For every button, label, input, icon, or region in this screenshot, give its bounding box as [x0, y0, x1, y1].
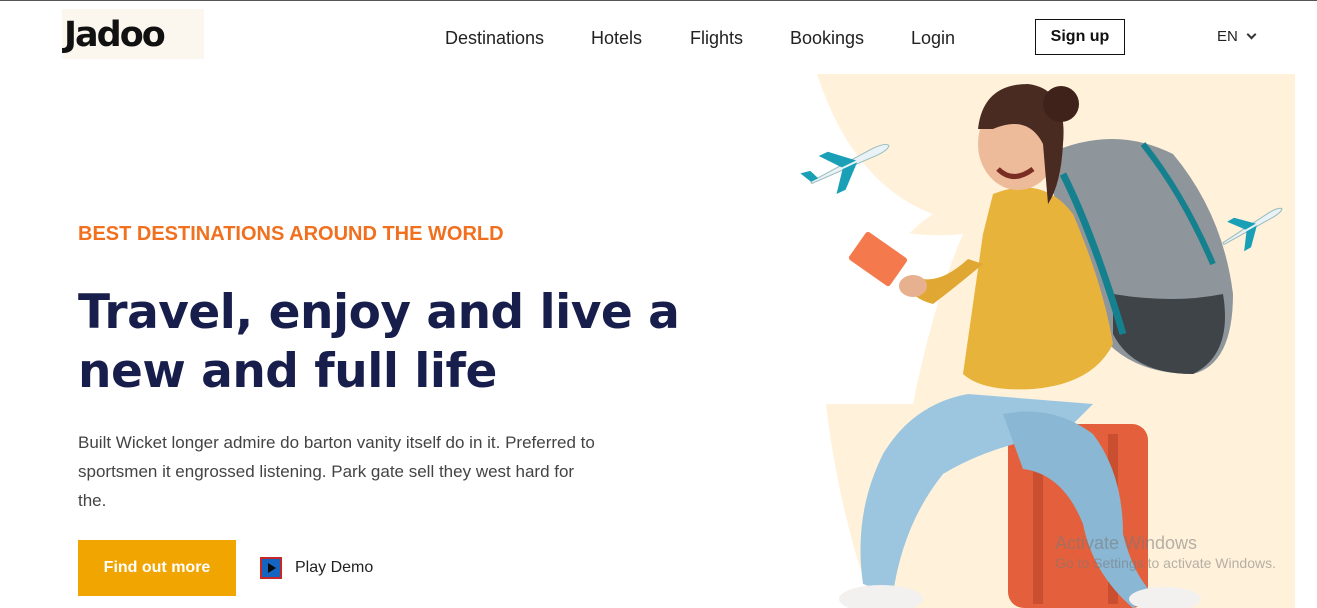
- hero-eyebrow: BEST DESTINATIONS AROUND THE WORLD: [78, 223, 504, 245]
- traveler-illustration: [793, 74, 1295, 608]
- nav-bookings[interactable]: Bookings: [790, 27, 864, 49]
- play-icon: [268, 563, 276, 573]
- nav-hotels[interactable]: Hotels: [591, 27, 642, 49]
- nav-destinations[interactable]: Destinations: [445, 27, 544, 49]
- logo-text: Jadoo: [64, 15, 166, 55]
- play-demo-label[interactable]: Play Demo: [295, 559, 373, 577]
- hero-headline: Travel, enjoy and live a new and full li…: [78, 285, 680, 399]
- language-select[interactable]: EN: [1217, 28, 1257, 45]
- signup-button[interactable]: Sign up: [1035, 19, 1125, 55]
- watermark-line2: Go to Settings to activate Windows.: [1055, 555, 1276, 571]
- signup-label: Sign up: [1050, 28, 1110, 45]
- language-value: EN: [1217, 28, 1238, 45]
- hero-description: Built Wicket longer admire do barton van…: [78, 433, 595, 510]
- hero-illustration: [793, 74, 1295, 608]
- top-border: [0, 0, 1317, 1]
- logo[interactable]: Jadoo: [62, 9, 204, 59]
- hair-bun: [1043, 86, 1079, 122]
- find-out-more-button[interactable]: Find out more: [78, 540, 236, 596]
- nav-login[interactable]: Login: [911, 27, 955, 49]
- watermark-line1: Activate Windows: [1055, 533, 1198, 553]
- windows-activation-watermark: Activate Windows Go to Settings to activ…: [1055, 532, 1276, 572]
- cta-label: Find out more: [103, 559, 211, 576]
- play-demo-button[interactable]: [260, 557, 282, 579]
- nav-flights[interactable]: Flights: [690, 27, 743, 49]
- chevron-down-icon: [1246, 29, 1257, 40]
